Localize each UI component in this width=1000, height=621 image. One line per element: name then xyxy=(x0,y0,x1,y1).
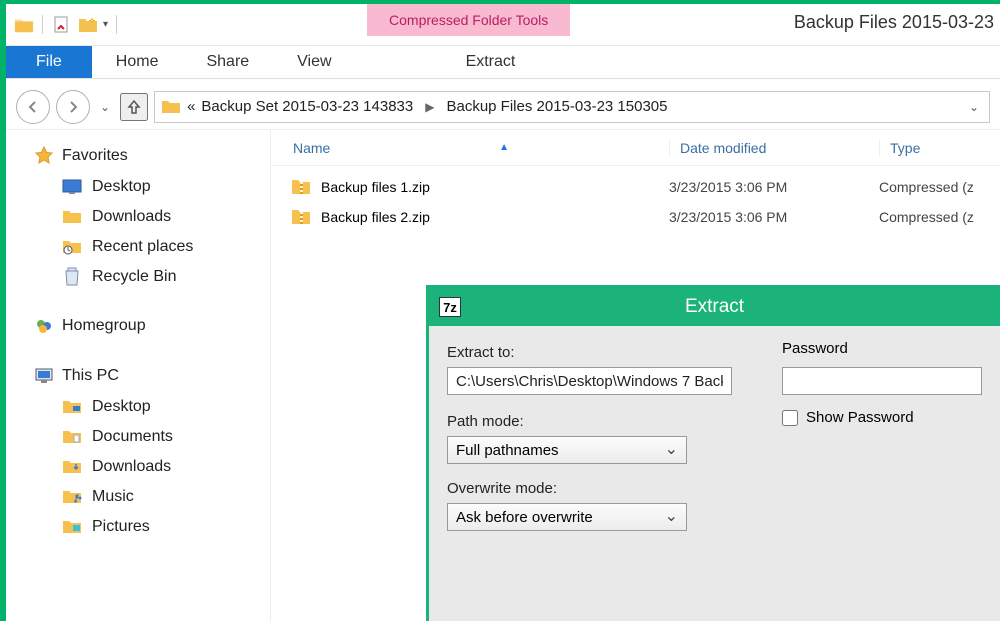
computer-icon xyxy=(34,366,54,386)
file-type: Compressed (z xyxy=(879,209,974,225)
up-button[interactable] xyxy=(120,93,148,121)
path-mode-select[interactable]: Full pathnames xyxy=(447,436,687,464)
recent-locations-dropdown[interactable]: ⌄ xyxy=(96,100,114,114)
file-type: Compressed (z xyxy=(879,179,974,195)
folder-icon xyxy=(62,207,82,227)
sidebar-item-recent-places[interactable]: Recent places xyxy=(6,232,270,262)
properties-button[interactable] xyxy=(51,14,73,36)
new-folder-button[interactable] xyxy=(77,14,99,36)
file-list-area: Name ▲ Date modified Type Backup files 1… xyxy=(271,130,1000,621)
path-mode-label: Path mode: xyxy=(447,413,732,430)
sidebar-item-desktop-pc[interactable]: Desktop xyxy=(6,392,270,422)
folder-icon xyxy=(62,517,82,537)
show-password-label: Show Password xyxy=(806,409,914,426)
file-name: Backup files 2.zip xyxy=(321,209,430,225)
column-header-name[interactable]: Name ▲ xyxy=(271,140,669,156)
context-tab-compressed-tools[interactable]: Compressed Folder Tools xyxy=(367,4,570,36)
extract-to-input[interactable] xyxy=(447,367,732,395)
show-password-checkbox[interactable]: Show Password xyxy=(782,409,982,426)
overwrite-mode-label: Overwrite mode: xyxy=(447,480,732,497)
back-button[interactable] xyxy=(16,90,50,124)
sidebar-this-pc[interactable]: This PC xyxy=(6,360,270,392)
password-label: Password xyxy=(782,340,982,357)
show-password-box[interactable] xyxy=(782,410,798,426)
sidebar-item-documents[interactable]: Documents xyxy=(6,422,270,452)
zip-icon xyxy=(291,207,311,227)
window-title: Backup Files 2015-03-23 xyxy=(794,12,994,33)
title-bar: ▾ Compressed Folder Tools Backup Files 2… xyxy=(6,4,1000,46)
sidebar-homegroup[interactable]: Homegroup xyxy=(6,310,270,342)
column-headers: Name ▲ Date modified Type xyxy=(271,130,1000,166)
tab-view[interactable]: View xyxy=(273,46,355,78)
folder-icon xyxy=(62,397,82,417)
sidebar-item-label: Recent places xyxy=(92,238,193,256)
sidebar-item-label: Desktop xyxy=(92,398,151,416)
folder-icon xyxy=(161,97,181,117)
sidebar-favorites[interactable]: Favorites xyxy=(6,140,270,172)
sidebar-item-recycle-bin[interactable]: Recycle Bin xyxy=(6,262,270,292)
separator xyxy=(42,15,43,34)
separator xyxy=(116,15,117,34)
navigation-bar: ⌄ « Backup Set 2015-03-23 143833 ▶ Backu… xyxy=(6,84,1000,130)
sidebar-item-music[interactable]: Music xyxy=(6,482,270,512)
chevron-right-icon[interactable]: ▶ xyxy=(419,100,440,114)
navigation-pane: Favorites Desktop Downloads Recent place… xyxy=(6,130,271,621)
address-segment[interactable]: Backup Files 2015-03-23 150305 xyxy=(446,98,667,115)
extract-to-label: Extract to: xyxy=(447,344,732,361)
dialog-title: Extract xyxy=(685,296,744,318)
tab-extract[interactable]: Extract xyxy=(406,46,576,78)
sidebar-label: This PC xyxy=(62,367,119,385)
sort-ascending-icon: ▲ xyxy=(499,142,509,153)
file-row[interactable]: Backup files 1.zip 3/23/2015 3:06 PM Com… xyxy=(271,172,1000,202)
ribbon-tabs: File Home Share View Extract xyxy=(6,46,1000,84)
sidebar-item-label: Pictures xyxy=(92,518,150,536)
tab-file[interactable]: File xyxy=(6,46,92,78)
seven-zip-icon: 7z xyxy=(439,297,461,317)
folder-icon xyxy=(14,15,34,35)
address-overflow[interactable]: « xyxy=(187,98,195,115)
file-date: 3/23/2015 3:06 PM xyxy=(669,179,879,195)
extract-dialog: 7z Extract Extract to: Path mode: Full p… xyxy=(426,285,1000,621)
sidebar-item-downloads-pc[interactable]: Downloads xyxy=(6,452,270,482)
tab-home[interactable]: Home xyxy=(92,46,183,78)
sidebar-label: Favorites xyxy=(62,147,128,165)
sidebar-item-label: Documents xyxy=(92,428,173,446)
recycle-bin-icon xyxy=(62,267,82,287)
sidebar-item-label: Desktop xyxy=(92,178,151,196)
sidebar-item-downloads[interactable]: Downloads xyxy=(6,202,270,232)
star-icon xyxy=(34,146,54,166)
explorer-window: ▾ Compressed Folder Tools Backup Files 2… xyxy=(6,4,1000,621)
sidebar-item-desktop[interactable]: Desktop xyxy=(6,172,270,202)
homegroup-icon xyxy=(34,316,54,336)
address-segment[interactable]: Backup Set 2015-03-23 143833 xyxy=(201,98,413,115)
zip-icon xyxy=(291,177,311,197)
file-name: Backup files 1.zip xyxy=(321,179,430,195)
folder-icon xyxy=(62,427,82,447)
quick-access-toolbar: ▾ xyxy=(6,4,129,45)
overwrite-mode-select[interactable]: Ask before overwrite xyxy=(447,503,687,531)
sidebar-item-label: Recycle Bin xyxy=(92,268,176,286)
sidebar-item-label: Downloads xyxy=(92,458,171,476)
dialog-title-bar[interactable]: 7z Extract xyxy=(429,288,1000,326)
forward-button[interactable] xyxy=(56,90,90,124)
address-bar[interactable]: « Backup Set 2015-03-23 143833 ▶ Backup … xyxy=(154,91,990,123)
file-row[interactable]: Backup files 2.zip 3/23/2015 3:06 PM Com… xyxy=(271,202,1000,232)
sidebar-label: Homegroup xyxy=(62,317,146,335)
sidebar-item-pictures[interactable]: Pictures xyxy=(6,512,270,542)
folder-icon xyxy=(62,487,82,507)
column-header-type[interactable]: Type xyxy=(879,140,1000,156)
column-header-date[interactable]: Date modified xyxy=(669,140,879,156)
recent-places-icon xyxy=(62,237,82,257)
folder-icon xyxy=(62,457,82,477)
password-input[interactable] xyxy=(782,367,982,395)
address-dropdown-icon[interactable]: ⌄ xyxy=(965,100,983,114)
sidebar-item-label: Music xyxy=(92,488,134,506)
tab-share[interactable]: Share xyxy=(182,46,273,78)
qat-dropdown-icon[interactable]: ▾ xyxy=(103,19,108,30)
desktop-icon xyxy=(62,177,82,197)
sidebar-item-label: Downloads xyxy=(92,208,171,226)
file-date: 3/23/2015 3:06 PM xyxy=(669,209,879,225)
